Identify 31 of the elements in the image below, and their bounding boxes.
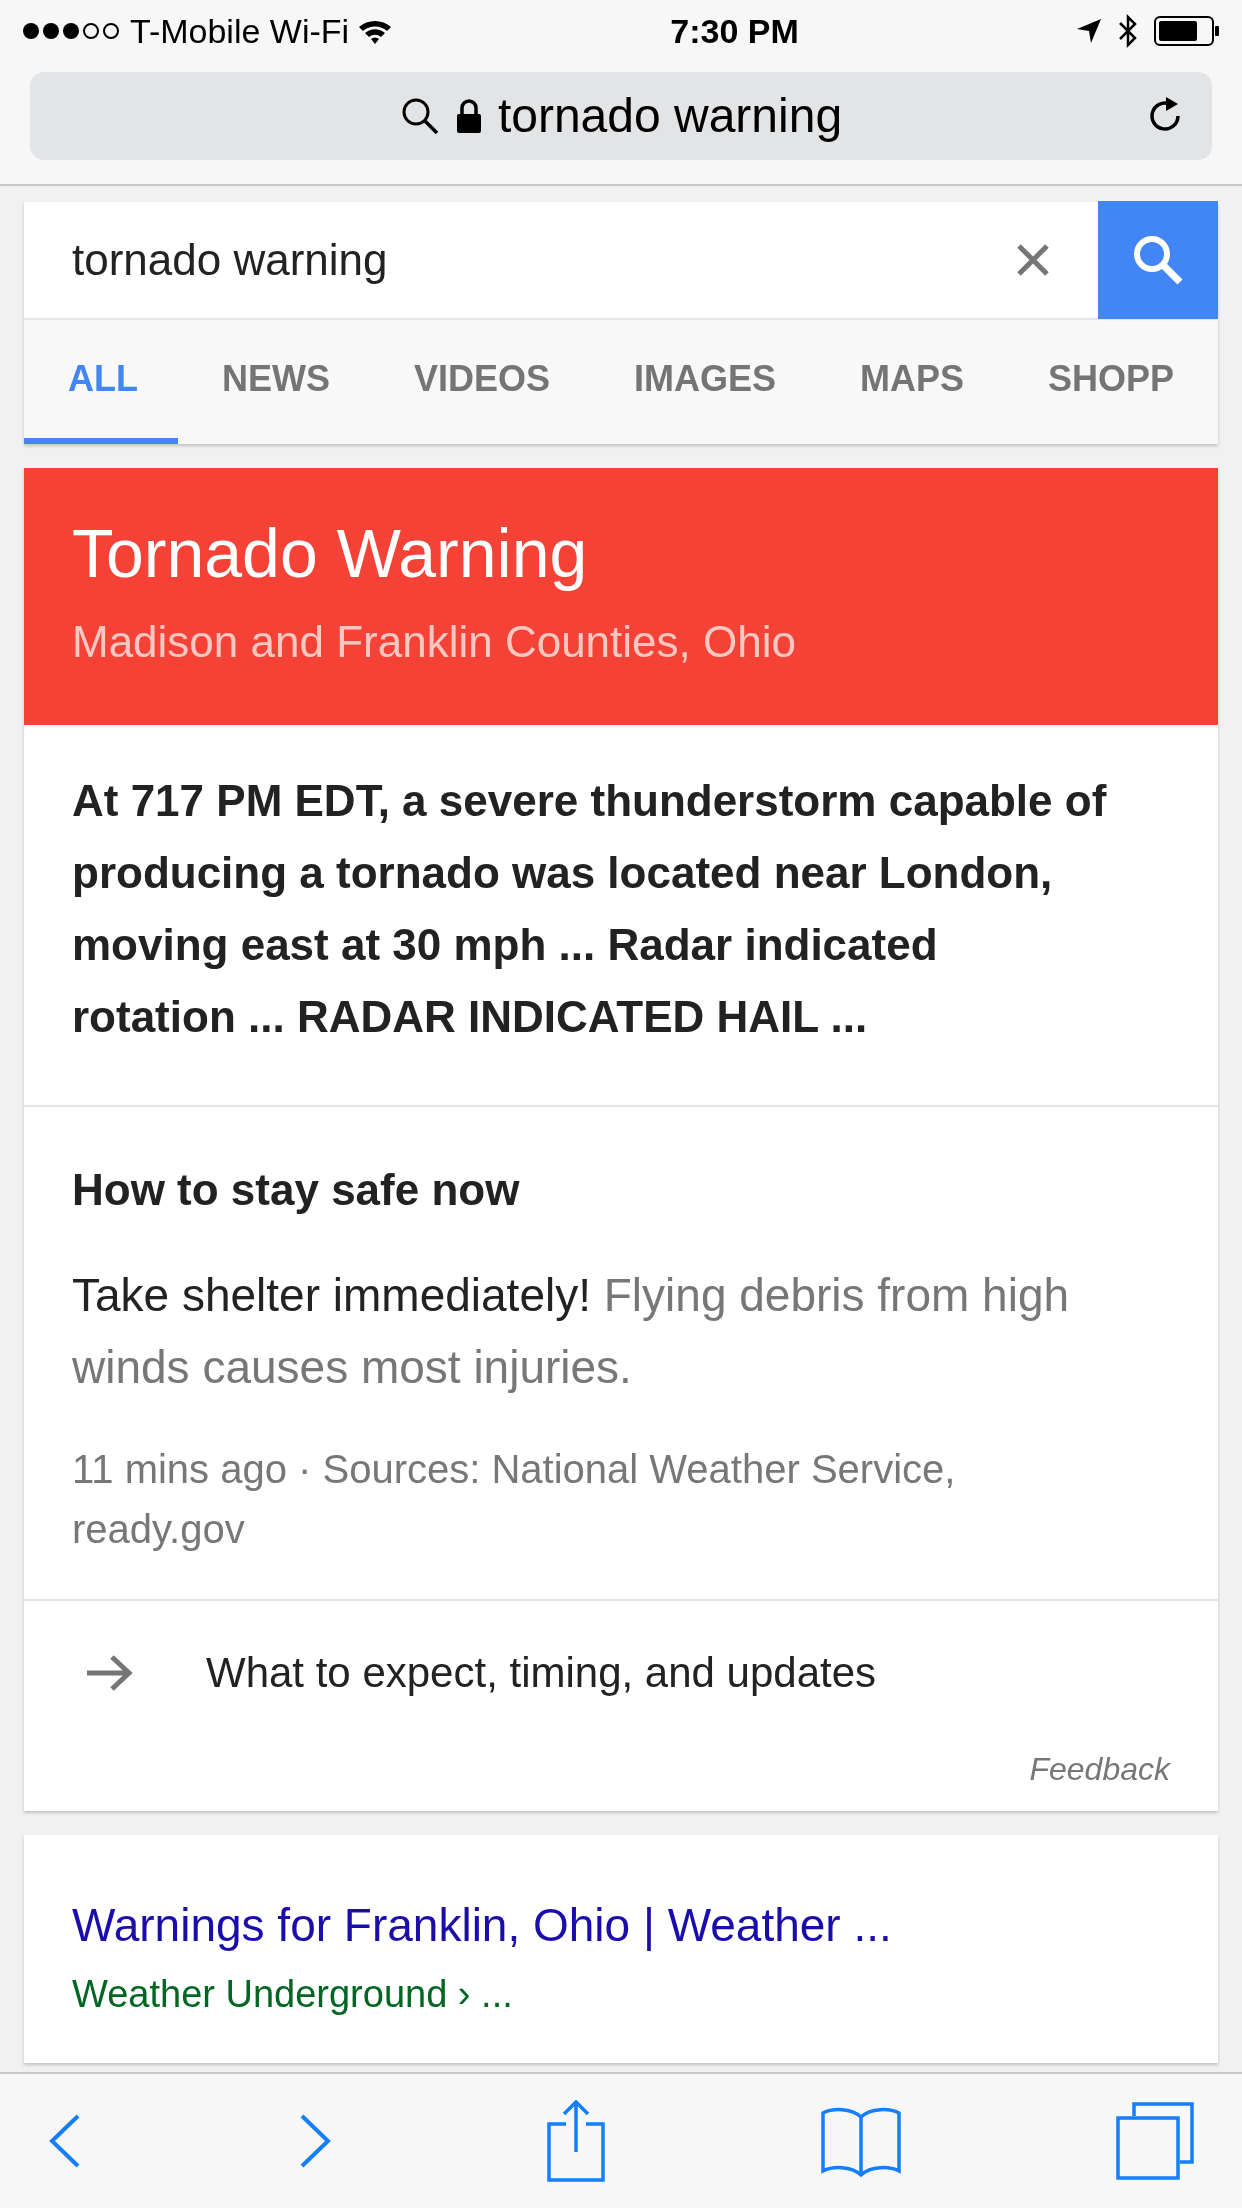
tabs-icon[interactable] <box>1116 2102 1194 2180</box>
share-icon[interactable] <box>547 2100 605 2182</box>
search-tab[interactable]: SHOPP <box>1004 320 1215 444</box>
more-info-link[interactable]: What to expect, timing, and updates <box>24 1600 1218 1745</box>
alert-subtitle: Madison and Franklin Counties, Ohio <box>72 615 797 668</box>
location-arrow-icon <box>1076 18 1102 44</box>
sources-text: 11 mins ago · Sources: National Weather Service, ready.gov <box>72 1445 957 1553</box>
bookmarks-icon[interactable] <box>820 2105 901 2177</box>
alert-description: At 717 PM EDT, a severe thunderstorm capable of producing a tornado was located near London, moving east at 30 mph ... Radar indicated rotation ... RADAR INDICATED HAIL ... <box>72 774 1108 1043</box>
search-field[interactable]: tornado warning <box>24 226 1016 294</box>
carrier-name: T-Mobile Wi-Fi <box>130 10 350 52</box>
clock-time: 7:30 PM <box>670 10 799 52</box>
feedback-link[interactable]: Feedback <box>1029 1750 1170 1787</box>
lock-icon <box>455 98 482 134</box>
signal-icon <box>22 21 122 41</box>
search-tab[interactable]: VIDEOS <box>370 320 591 444</box>
search-tab[interactable]: ALL <box>24 320 178 444</box>
bluetooth-icon <box>1118 14 1138 48</box>
back-icon[interactable] <box>48 2113 82 2169</box>
section-heading: How to stay safe now <box>72 1163 521 1216</box>
result-title-link[interactable]: Warnings for Franklin, Ohio | Weather ... <box>72 1890 892 1960</box>
battery-icon <box>1154 16 1220 46</box>
search-tab[interactable]: MAPS <box>816 320 1005 444</box>
arrow-icon <box>84 1652 134 1693</box>
close-icon[interactable] <box>1016 243 1050 277</box>
result-breadcrumb: Weather Underground › ... <box>72 1971 514 2017</box>
alert-title: Tornado Warning <box>72 516 589 591</box>
safety-advice: Take shelter immediately! Flying debris from high winds causes most injuries. <box>72 1267 1071 1395</box>
search-tab[interactable]: NEWS <box>178 320 370 444</box>
search-button[interactable] <box>1098 201 1218 319</box>
search-tab[interactable]: IMAGES <box>590 320 817 444</box>
